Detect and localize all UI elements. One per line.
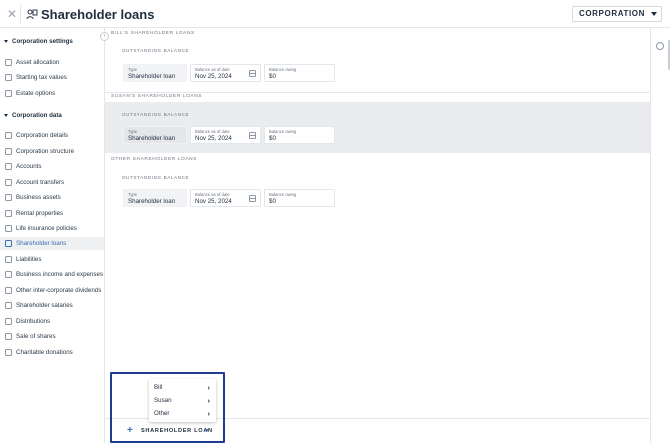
right-rail: [650, 28, 670, 443]
sidebar-item-shareholder-salaries[interactable]: Shareholder salaries: [0, 299, 104, 312]
sidebar-item-charitable-donations[interactable]: Charitable donations: [0, 346, 104, 359]
sidebar-item-life-insurance-policies[interactable]: Life insurance policies: [0, 222, 104, 235]
umbrella-icon: [5, 225, 12, 232]
balance-date-field[interactable]: Balance as of date Nov 25, 2024: [190, 126, 261, 144]
sidebar-item-account-transfers[interactable]: Account transfers: [0, 176, 104, 189]
menu-item-susan[interactable]: Susan: [149, 394, 216, 407]
document-icon: [5, 90, 12, 97]
section-corporation-data[interactable]: Corporation data: [4, 112, 62, 119]
loan-icon: [5, 240, 12, 247]
type-field[interactable]: Type Shareholder loan: [123, 126, 187, 144]
balance-owing-field[interactable]: Balance owing $0: [264, 189, 335, 207]
outstanding-balance-label: OUTSTANDING BALANCE: [122, 175, 190, 180]
sidebar-item-starting-tax-values[interactable]: Starting tax values: [0, 71, 104, 84]
group-header: SUSAN'S SHAREHOLDER LOANS: [111, 94, 203, 99]
calculator-icon: [5, 74, 12, 81]
sidebar-item-estate-options[interactable]: Estate options: [0, 87, 104, 100]
corporation-label: CORPORATION: [578, 9, 645, 18]
house-icon: [5, 210, 12, 217]
type-field[interactable]: Type Shareholder loan: [123, 189, 187, 207]
outstanding-balance-label: OUTSTANDING BALANCE: [122, 112, 190, 117]
dividend-icon: [5, 287, 12, 294]
sidebar-item-corporation-structure[interactable]: Corporation structure: [0, 145, 104, 158]
sidebar-item-asset-allocation[interactable]: Asset allocation: [0, 56, 104, 69]
chevron-right-icon: [208, 385, 210, 390]
sidebar-item-shareholder-loans[interactable]: Shareholder loans: [0, 237, 104, 250]
plus-icon: +: [127, 425, 133, 436]
salary-icon: [5, 302, 12, 309]
sale-icon: [5, 333, 12, 340]
liability-icon: [5, 256, 12, 263]
chevron-right-icon: [208, 398, 210, 403]
sidebar-item-business-income-expenses[interactable]: Business income and expenses: [0, 268, 104, 281]
menu-item-bill[interactable]: Bill: [149, 381, 216, 394]
corporation-dropdown[interactable]: CORPORATION: [571, 6, 662, 22]
group-header: OTHER SHAREHOLDER LOANS: [111, 157, 198, 162]
sidebar-item-accounts[interactable]: Accounts: [0, 160, 104, 173]
pie-icon: [5, 59, 12, 66]
outstanding-balance-label: OUTSTANDING BALANCE: [122, 48, 190, 53]
sidebar-item-inter-corporate-dividends[interactable]: Other inter-corporate dividends: [0, 284, 104, 297]
chevron-down-icon: [651, 12, 657, 16]
sidebar-item-distributions[interactable]: Distributions: [0, 315, 104, 328]
balance-owing-field[interactable]: Balance owing $0: [264, 126, 335, 144]
building-icon: [5, 194, 12, 201]
calendar-icon[interactable]: [249, 195, 256, 202]
sidebar-item-corporation-details[interactable]: Corporation details: [0, 129, 104, 142]
sidebar-item-liabilities[interactable]: Liabilities: [0, 253, 104, 266]
sidebar-item-business-assets[interactable]: Business assets: [0, 191, 104, 204]
bank-icon: [5, 163, 12, 170]
collapse-sidebar-icon[interactable]: ‹: [100, 32, 109, 41]
calendar-icon[interactable]: [249, 70, 256, 77]
add-shareholder-loan-button[interactable]: + SHAREHOLDER LOAN: [121, 424, 216, 438]
caret-down-icon: [4, 113, 8, 117]
info-icon: [5, 132, 12, 139]
top-bar: ✕ Shareholder loans CORPORATION: [0, 0, 670, 28]
balance-date-field[interactable]: Balance as of date Nov 25, 2024: [190, 64, 261, 82]
main-content: BILL'S SHAREHOLDER LOANS OUTSTANDING BAL…: [105, 28, 650, 418]
chevron-right-icon: [208, 411, 210, 416]
sidebar-item-sale-of-shares[interactable]: Sale of shares: [0, 330, 104, 343]
balance-owing-field[interactable]: Balance owing $0: [264, 64, 335, 82]
loan-icon: [26, 9, 38, 20]
distribution-icon: [5, 318, 12, 325]
caret-down-icon: [4, 39, 8, 43]
type-field[interactable]: Type Shareholder loan: [123, 64, 187, 82]
close-icon[interactable]: ✕: [5, 7, 19, 21]
menu-item-other[interactable]: Other: [149, 407, 216, 420]
transfer-icon: [5, 179, 12, 186]
calendar-icon[interactable]: [249, 132, 256, 139]
structure-icon: [5, 148, 12, 155]
income-icon: [5, 271, 12, 278]
title-divider: [20, 5, 21, 23]
group-header: BILL'S SHAREHOLDER LOANS: [111, 31, 195, 36]
section-corporation-settings[interactable]: Corporation settings: [4, 38, 73, 45]
balance-date-field[interactable]: Balance as of date Nov 25, 2024: [190, 189, 261, 207]
sidebar-item-rental-properties[interactable]: Rental properties: [0, 207, 104, 220]
donation-icon: [5, 349, 12, 356]
shareholder-menu: Bill Susan Other: [149, 379, 216, 422]
lightbulb-icon[interactable]: [656, 42, 664, 50]
page-title: Shareholder loans: [41, 7, 155, 22]
caret-down-icon: [205, 429, 209, 432]
